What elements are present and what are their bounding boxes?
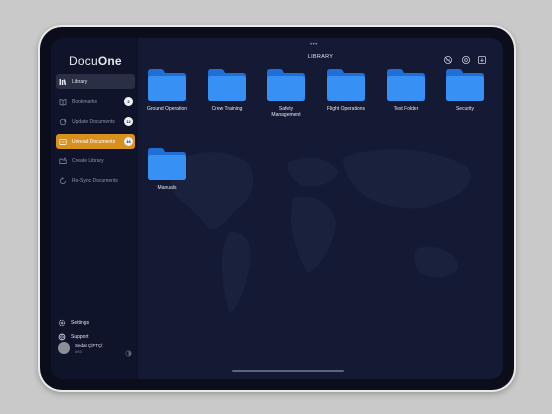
sidebar-item-label: Update Documents: [72, 118, 115, 125]
folder-crew-training[interactable]: Crew Training: [201, 68, 253, 112]
library-icon: [59, 78, 67, 86]
sidebar-item-bookmarks[interactable]: Bookmarks 2: [56, 94, 135, 109]
user-name: Sedat ÇİFTÇİ: [75, 342, 103, 348]
unread-icon: [59, 138, 67, 146]
update-icon: [59, 118, 67, 126]
folder-icon: [147, 68, 187, 102]
sidebar-item-unread-documents[interactable]: Unread Documents 16: [56, 134, 135, 149]
folder-label: Flight Operations: [326, 106, 366, 112]
sidebar-item-label: Unread Documents: [72, 138, 116, 145]
sidebar-item-label: Bookmarks: [72, 98, 98, 105]
main-content: ••• LIBRARY Ground Operation Crew Traini…: [138, 38, 503, 379]
sidebar-item-resync-documents[interactable]: Re-Sync Documents: [56, 173, 135, 188]
multitasking-dots[interactable]: •••: [310, 42, 318, 48]
folder-ground-operation[interactable]: Ground Operation: [141, 68, 193, 112]
app-screen: DocuOne Library Bookmarks 2 Update Docum…: [51, 38, 503, 379]
sidebar-item-update-documents[interactable]: Update Documents 12: [56, 114, 135, 129]
folder-icon: [445, 68, 485, 102]
app-logo: DocuOne: [69, 54, 122, 68]
folder-test-folder[interactable]: Test Folder: [380, 68, 432, 112]
folder-flight-operations[interactable]: Flight Operations: [320, 68, 372, 112]
sidebar-item-label: Create Library: [72, 157, 104, 164]
create-library-icon: [59, 157, 67, 165]
resync-icon: [59, 176, 67, 185]
ipad-frame: DocuOne Library Bookmarks 2 Update Docum…: [38, 25, 516, 392]
folder-label: Test Folder: [393, 106, 419, 112]
folder-label: Crew Training: [211, 106, 243, 112]
folder-icon: [147, 147, 187, 181]
bookmark-icon: [59, 98, 67, 106]
user-status-icon: [125, 344, 132, 362]
folder-manuals[interactable]: Manuals: [141, 147, 193, 191]
folder-label: Security: [455, 106, 475, 112]
sidebar-item-create-library[interactable]: Create Library: [56, 153, 135, 168]
folder-label: Ground Operation: [146, 106, 188, 112]
folder-icon: [266, 68, 306, 102]
folder-label: Manuals: [157, 185, 177, 191]
home-indicator[interactable]: [232, 370, 344, 372]
folder-icon: [326, 68, 366, 102]
settings-label: Settings: [71, 320, 90, 326]
folder-icon: [207, 68, 247, 102]
folder-security[interactable]: Security: [439, 68, 491, 112]
settings-button[interactable]: Settings: [58, 318, 89, 328]
world-map-background: [168, 149, 471, 313]
settings-circle-icon[interactable]: [461, 52, 471, 64]
sidebar: DocuOne Library Bookmarks 2 Update Docum…: [51, 38, 138, 379]
unread-count-badge: 16: [124, 137, 133, 146]
sidebar-item-label: Library: [72, 78, 88, 85]
folder-icon: [386, 68, 426, 102]
update-count-badge: 12: [124, 117, 133, 126]
folder-safety-management[interactable]: Safety Management: [260, 68, 312, 118]
avatar: [58, 342, 70, 354]
user-profile[interactable]: Sedat ÇİFTÇİ #93: [58, 340, 134, 357]
scan-icon[interactable]: [443, 52, 453, 64]
sidebar-item-label: Re-Sync Documents: [72, 177, 118, 184]
sidebar-item-library[interactable]: Library: [56, 74, 135, 89]
download-icon[interactable]: [477, 52, 487, 64]
user-id: #93: [75, 348, 82, 354]
gear-icon: [58, 319, 66, 327]
bookmarks-count-badge: 2: [124, 97, 133, 106]
folder-label: Safety Management: [271, 106, 301, 118]
ipad-bezel: DocuOne Library Bookmarks 2 Update Docum…: [40, 27, 514, 390]
